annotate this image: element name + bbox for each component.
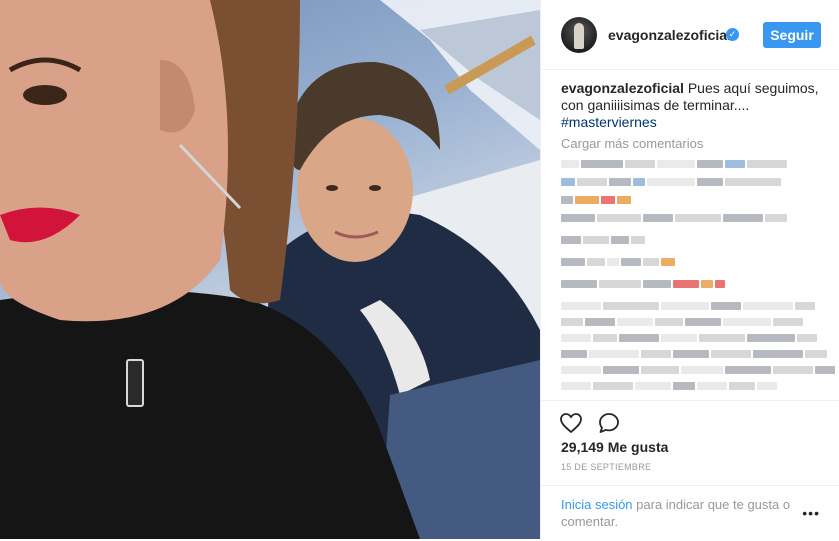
caption-username[interactable]: evagonzalezoficial	[561, 80, 684, 96]
blurred-comment	[561, 350, 829, 360]
post-photo	[0, 0, 540, 539]
blurred-comment	[561, 258, 677, 268]
blurred-comment	[561, 366, 837, 376]
avatar[interactable]	[561, 17, 597, 53]
blurred-comment	[561, 302, 817, 312]
blurred-comment	[561, 178, 783, 188]
comment-icon[interactable]	[597, 411, 621, 435]
verified-icon: ✓	[726, 28, 739, 41]
post-header: evagonzalezoficial ✓ Seguir	[541, 0, 839, 70]
blurred-comment	[561, 236, 647, 246]
load-more-comments-link[interactable]: Cargar más comentarios	[561, 136, 703, 151]
blurred-comment	[561, 382, 779, 392]
caption-hashtag[interactable]: #masterviernes	[561, 114, 826, 131]
likes-count[interactable]: 29,149 Me gusta	[561, 439, 668, 455]
blurred-comment	[561, 334, 819, 344]
post-caption: evagonzalezoficial Pues aquí seguimos, c…	[561, 80, 826, 131]
login-prompt: Iniciа sesión para indicar que te gusta …	[541, 485, 839, 530]
heart-icon[interactable]	[559, 411, 583, 435]
blurred-comment	[561, 214, 789, 224]
selfie-illustration	[0, 0, 540, 539]
login-link[interactable]: Iniciа sesión	[561, 497, 633, 512]
post-side-panel: evagonzalezoficial ✓ Seguir evagonzalezo…	[540, 0, 839, 539]
blurred-comment	[561, 196, 633, 206]
blurred-comment	[561, 318, 805, 328]
blurred-comment	[561, 160, 789, 170]
post-date: 15 DE SEPTIEMBRE	[561, 462, 652, 472]
post-actions: 29,149 Me gusta 15 DE SEPTIEMBRE Iniciа …	[541, 400, 839, 541]
follow-button[interactable]: Seguir	[763, 22, 821, 48]
header-username[interactable]: evagonzalezoficial	[608, 27, 731, 43]
blurred-comment	[561, 280, 727, 290]
instagram-post-view: evagonzalezoficial ✓ Seguir evagonzalezo…	[0, 0, 839, 539]
more-options-icon[interactable]: •••	[802, 505, 820, 521]
